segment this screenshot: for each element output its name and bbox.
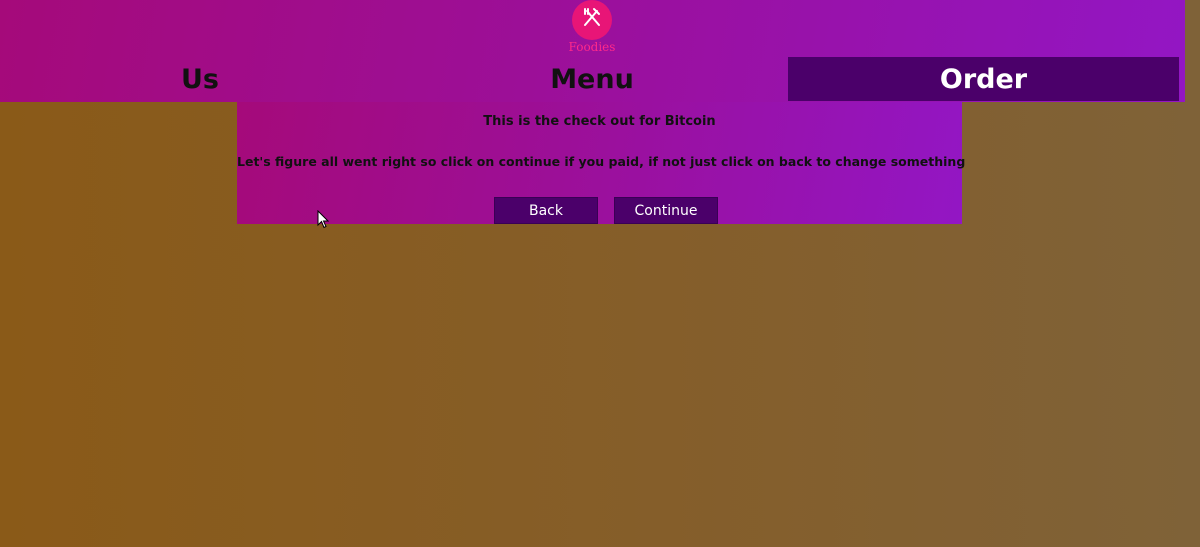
back-button[interactable]: Back [494, 197, 598, 224]
nav-menu[interactable]: Menu [492, 57, 692, 101]
logo[interactable] [572, 0, 612, 40]
checkout-title: This is the check out for Bitcoin [483, 114, 716, 129]
continue-button[interactable]: Continue [614, 197, 718, 224]
fork-knife-icon [579, 5, 605, 35]
header-bar: Foodies Us Menu Order [0, 0, 1185, 102]
mouse-pointer-icon [317, 209, 330, 229]
brand-name: Foodies [568, 40, 616, 54]
checkout-message: Let's figure all went right so click on … [237, 154, 966, 169]
nav-order[interactable]: Order [788, 57, 1179, 101]
checkout-panel: This is the check out for Bitcoin Let's … [237, 102, 966, 224]
nav-us[interactable]: Us [100, 57, 300, 101]
